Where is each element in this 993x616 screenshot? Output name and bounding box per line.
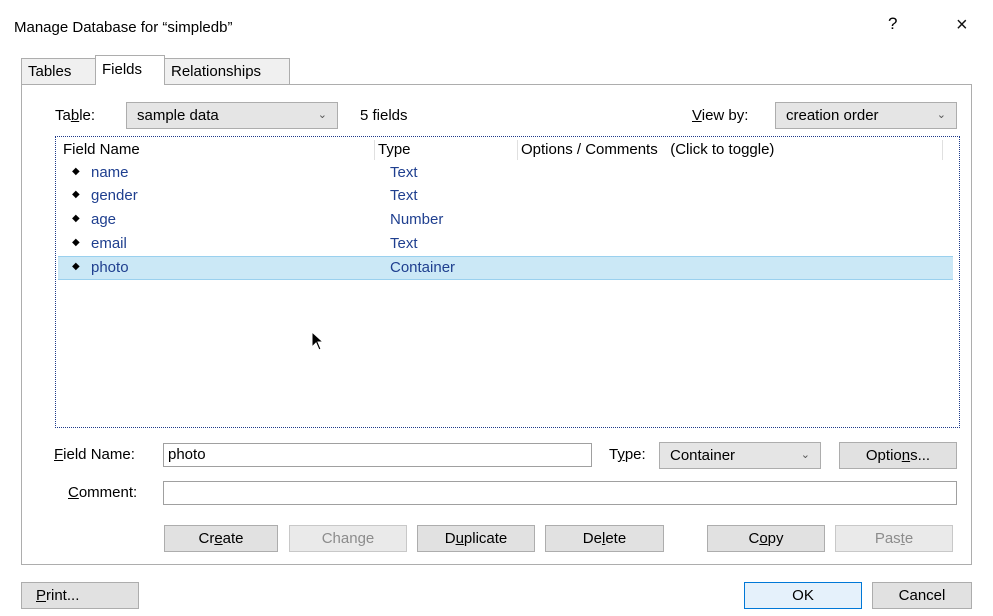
drag-handle-icon[interactable]: ◆ — [72, 213, 80, 224]
dialog-title: Manage Database for “simpledb” — [14, 19, 233, 36]
column-header-field-name[interactable]: Field Name — [63, 141, 140, 158]
field-type-cell: Number — [390, 211, 444, 228]
tab-tables[interactable]: Tables — [21, 58, 96, 84]
table-label: Table: — [55, 107, 96, 124]
table-select[interactable]: sample data ⌄ — [126, 102, 338, 129]
view-by-value: creation order — [786, 107, 879, 124]
drag-handle-icon[interactable]: ◆ — [72, 189, 80, 200]
table-select-value: sample data — [137, 107, 219, 124]
field-count: 5 fields — [360, 107, 408, 124]
table-row[interactable]: ◆ email Text — [58, 233, 953, 255]
table-row[interactable]: ◆ gender Text — [58, 185, 953, 207]
table-row[interactable]: ◆ name Text — [58, 162, 953, 184]
column-header-type[interactable]: Type — [378, 141, 411, 158]
chevron-down-icon: ⌄ — [800, 449, 810, 461]
paste-button[interactable]: Paste — [835, 525, 953, 552]
chevron-down-icon: ⌄ — [317, 109, 327, 121]
copy-button[interactable]: Copy — [707, 525, 825, 552]
field-name-cell: gender — [91, 187, 138, 204]
fields-list[interactable]: Field Name Type Options / Comments (Clic… — [55, 136, 960, 428]
field-name-cell: name — [91, 164, 129, 181]
field-name-cell: photo — [91, 259, 129, 276]
tab-relationships[interactable]: Relationships — [164, 58, 290, 84]
table-row[interactable]: ◆ age Number — [58, 209, 953, 231]
delete-button[interactable]: Delete — [545, 525, 664, 552]
mouse-pointer-icon — [311, 331, 325, 351]
print-button[interactable]: Print... — [21, 582, 139, 609]
view-by-label: View by: — [692, 107, 749, 124]
column-divider[interactable] — [517, 140, 518, 160]
change-button[interactable]: Change — [289, 525, 407, 552]
field-type-cell: Container — [390, 259, 456, 276]
column-divider[interactable] — [374, 140, 375, 160]
column-header-options[interactable]: Options / Comments (Click to toggle) — [521, 141, 774, 158]
field-name-cell: email — [91, 235, 127, 252]
help-icon[interactable]: ? — [888, 14, 897, 34]
comment-input[interactable] — [163, 481, 957, 505]
type-select-value: Container — [670, 447, 736, 464]
view-by-select[interactable]: creation order ⌄ — [775, 102, 957, 129]
field-type-cell: Text — [390, 164, 418, 181]
field-name-label: Field Name: — [54, 446, 135, 463]
options-button[interactable]: Options... — [839, 442, 957, 469]
field-type-cell: Text — [390, 235, 418, 252]
type-label: Type: — [609, 446, 646, 463]
type-select[interactable]: Container ⌄ — [659, 442, 821, 469]
field-name-input[interactable]: photo — [163, 443, 592, 467]
ok-button[interactable]: OK — [744, 582, 862, 609]
comment-label: Comment: — [68, 484, 138, 501]
field-type-cell: Text — [390, 187, 418, 204]
chevron-down-icon: ⌄ — [936, 109, 946, 121]
field-name-cell: age — [91, 211, 117, 228]
close-icon[interactable]: × — [956, 14, 968, 37]
drag-handle-icon[interactable]: ◆ — [72, 166, 80, 177]
drag-handle-icon[interactable]: ◆ — [72, 261, 80, 272]
column-divider[interactable] — [942, 140, 943, 160]
create-button[interactable]: Create — [164, 525, 278, 552]
duplicate-button[interactable]: Duplicate — [417, 525, 535, 552]
cancel-button[interactable]: Cancel — [872, 582, 972, 609]
table-row-selected[interactable]: ◆ photo Container — [58, 256, 953, 280]
tab-fields[interactable]: Fields — [95, 55, 165, 85]
drag-handle-icon[interactable]: ◆ — [72, 237, 80, 248]
